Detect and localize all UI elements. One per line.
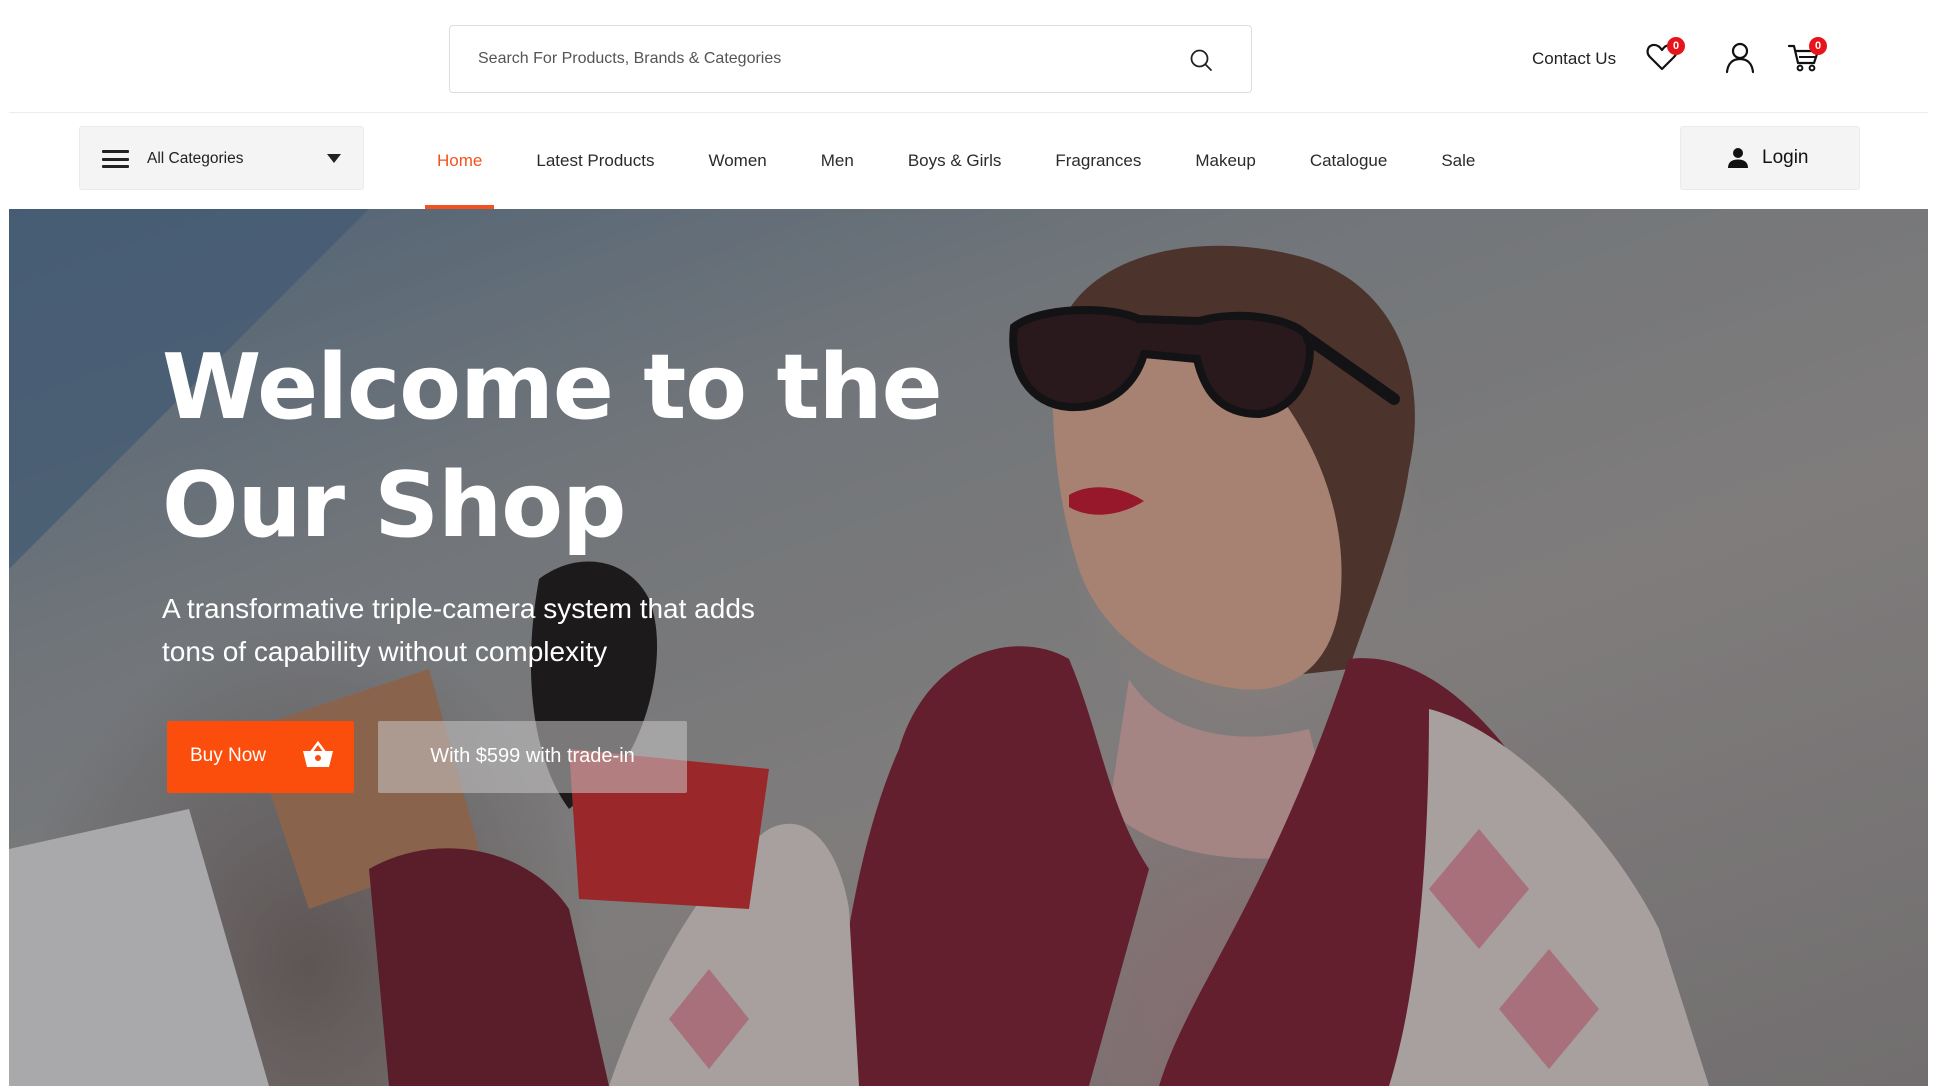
basket-icon: [302, 740, 334, 769]
search-icon[interactable]: [1189, 48, 1213, 72]
hero-title-line-2: Our Shop: [162, 453, 626, 558]
main-navigation: All Categories Home Latest Products Wome…: [9, 113, 1928, 209]
hero-subtitle: A transformative triple-camera system th…: [162, 587, 882, 673]
caret-down-icon: [327, 154, 341, 163]
contact-us-link[interactable]: Contact Us: [1532, 49, 1616, 69]
nav-menu: Home Latest Products Women Men Boys & Gi…: [425, 113, 1517, 209]
hero-subtitle-line-2: tons of capability without complexity: [162, 636, 608, 667]
nav-item-sale[interactable]: Sale: [1429, 113, 1487, 209]
user-solid-icon: [1727, 147, 1749, 169]
nav-item-catalogue[interactable]: Catalogue: [1298, 113, 1400, 209]
cart-icon: [1787, 44, 1821, 78]
hero-subtitle-line-1: A transformative triple-camera system th…: [162, 593, 755, 624]
page: Contact Us 0 0 All Categories Home: [9, 6, 1928, 1086]
nav-item-fragrances[interactable]: Fragrances: [1043, 113, 1153, 209]
account-button[interactable]: [1723, 40, 1763, 80]
login-button[interactable]: Login: [1680, 126, 1860, 190]
trade-in-button[interactable]: With $599 with trade-in: [378, 721, 687, 793]
login-label: Login: [1762, 147, 1809, 168]
buy-now-label: Buy Now: [190, 745, 267, 766]
all-categories-label: All Categories: [147, 150, 244, 167]
hero-title-line-1: Welcome to the: [162, 335, 943, 440]
wishlist-button[interactable]: 0: [1645, 37, 1685, 80]
all-categories-dropdown[interactable]: All Categories: [79, 126, 364, 190]
wishlist-count-badge: 0: [1667, 37, 1685, 55]
user-icon: [1723, 42, 1757, 78]
cart-button[interactable]: 0: [1787, 37, 1827, 80]
top-header: Contact Us 0 0: [9, 6, 1928, 113]
nav-item-latest-products[interactable]: Latest Products: [524, 113, 666, 209]
nav-item-women[interactable]: Women: [696, 113, 778, 209]
heart-icon: [1645, 43, 1679, 78]
search-input[interactable]: [450, 26, 1170, 92]
trade-in-label: With $599 with trade-in: [430, 745, 635, 767]
nav-item-men[interactable]: Men: [809, 113, 866, 209]
nav-item-home[interactable]: Home: [425, 113, 495, 209]
nav-item-boys-girls[interactable]: Boys & Girls: [896, 113, 1014, 209]
nav-item-makeup[interactable]: Makeup: [1183, 113, 1267, 209]
hero-banner: Welcome to the Our Shop A transformative…: [9, 209, 1928, 1086]
search-bar: [449, 25, 1252, 93]
buy-now-button[interactable]: Buy Now: [167, 721, 354, 793]
hero-title: Welcome to the Our Shop: [162, 329, 962, 565]
cart-count-badge: 0: [1809, 37, 1827, 55]
hamburger-menu-icon: [102, 150, 129, 168]
